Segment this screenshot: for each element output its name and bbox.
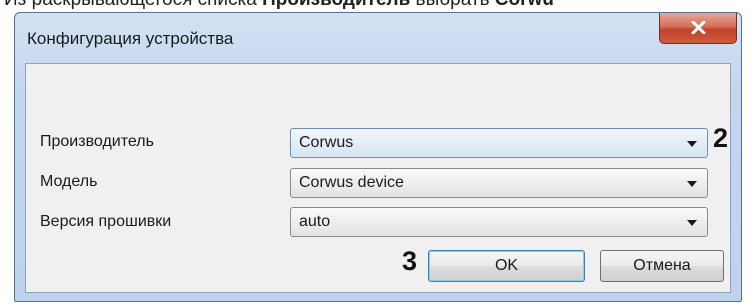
cancel-button[interactable]: Отмена <box>600 250 724 282</box>
manufacturer-value: Corwus <box>299 134 354 151</box>
screenshot-page: Из раскрывающегося списка Производитель … <box>0 0 755 306</box>
instruction-middle: выбрать <box>410 0 495 10</box>
instruction-bold-value: Corwu <box>495 0 554 10</box>
dialog-client-area: Производитель Corwus 2 Модель Corwus dev… <box>25 63 731 293</box>
ok-button[interactable]: OK <box>428 250 585 282</box>
callout-3: 3 <box>402 246 418 276</box>
manufacturer-select[interactable]: Corwus <box>290 128 708 158</box>
manufacturer-label: Производитель <box>40 133 154 150</box>
chevron-down-icon <box>687 181 697 187</box>
firmware-value: auto <box>299 213 331 230</box>
chevron-down-icon <box>687 141 697 147</box>
device-config-dialog: Конфигурация устройства Производитель Co… <box>14 12 742 302</box>
instruction-prefix: Из раскрывающегося списка <box>4 0 262 10</box>
close-button[interactable] <box>659 13 737 44</box>
dialog-title: Конфигурация устройства <box>27 29 234 48</box>
firmware-select[interactable]: auto <box>290 207 708 237</box>
callout-2: 2 <box>713 123 729 153</box>
firmware-label: Версия прошивки <box>40 213 172 230</box>
instruction-bold-manufacturer: Производитель <box>262 0 410 10</box>
chevron-down-icon <box>687 220 697 226</box>
close-icon <box>691 21 706 34</box>
model-select[interactable]: Corwus device <box>290 168 708 198</box>
instruction-text: Из раскрывающегося списка Производитель … <box>4 0 554 11</box>
model-value: Corwus device <box>299 174 404 191</box>
model-label: Модель <box>40 173 98 190</box>
